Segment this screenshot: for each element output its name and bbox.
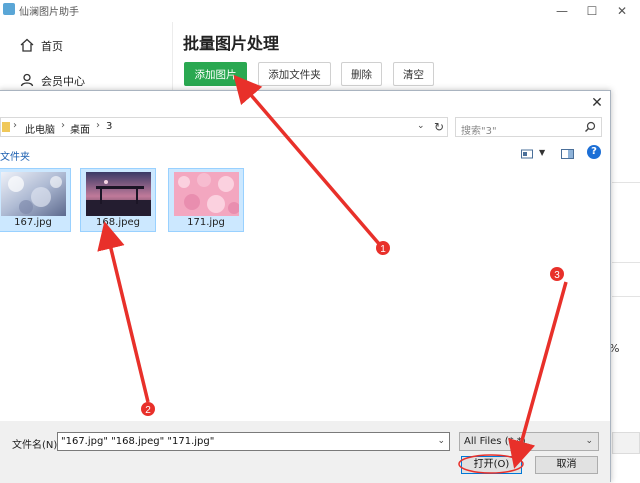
svg-text:2: 2 [145, 405, 151, 416]
annotation-marker-3: 3 [550, 267, 564, 281]
annotation-marker-1: 1 [376, 241, 390, 255]
annotation-overlay: 1 2 3 [97, 74, 568, 474]
svg-text:3: 3 [554, 270, 560, 281]
annotation-arrow-2 [97, 221, 150, 403]
annotation-arrow-1 [233, 74, 382, 247]
svg-text:1: 1 [380, 244, 386, 255]
annotation-marker-2: 2 [141, 402, 155, 416]
annotation-circle-open [458, 454, 524, 474]
annotation-arrow-3 [508, 281, 568, 469]
